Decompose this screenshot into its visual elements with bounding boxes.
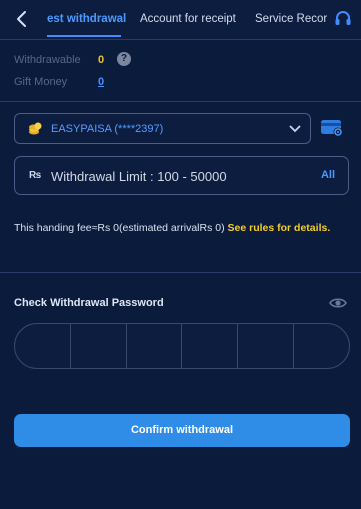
password-input[interactable] <box>14 323 350 369</box>
tab-withdrawal[interactable]: est withdrawal <box>47 13 126 25</box>
bank-card-settings-icon[interactable] <box>320 118 344 138</box>
top-bar: est withdrawal Account for receipt Servi… <box>0 0 361 40</box>
password-digit[interactable] <box>15 324 71 368</box>
tab-account-for-receipt[interactable]: Account for receipt <box>140 13 236 25</box>
fee-text: This handing fee≈Rs 0(estimated arrivalR… <box>14 222 228 234</box>
amount-input[interactable] <box>51 168 291 185</box>
all-button[interactable]: All <box>321 169 335 181</box>
gift-money-label: Gift Money <box>14 76 68 88</box>
password-digit[interactable] <box>182 324 239 368</box>
tab-service-record[interactable]: Service Recor <box>255 13 327 25</box>
chevron-left-icon[interactable] <box>14 10 30 28</box>
withdrawal-amount-field: ₨ All <box>14 156 349 195</box>
password-digit[interactable] <box>294 324 349 368</box>
active-tab-indicator <box>47 35 121 37</box>
password-label: Check Withdrawal Password <box>14 297 164 309</box>
password-digit[interactable] <box>238 324 295 368</box>
gift-money-value[interactable]: 0 <box>98 76 104 88</box>
fee-suffix: . <box>327 222 331 234</box>
password-digit[interactable] <box>71 324 127 368</box>
confirm-withdrawal-button[interactable]: Confirm withdrawal <box>14 414 350 447</box>
divider <box>0 272 361 273</box>
withdrawable-label: Withdrawable <box>14 54 81 66</box>
help-icon[interactable]: ? <box>117 52 131 66</box>
account-select[interactable]: EASYPAISA (****2397) <box>14 113 311 144</box>
withdrawal-page: est withdrawal Account for receipt Servi… <box>0 0 361 509</box>
withdrawable-value: 0 <box>98 54 105 66</box>
selected-account: EASYPAISA (****2397) <box>51 123 164 135</box>
see-rules-link[interactable]: See rules for details <box>228 222 328 234</box>
fee-notice: This handing fee≈Rs 0(estimated arrivalR… <box>14 221 344 236</box>
rupee-icon: ₨ <box>29 170 42 181</box>
headset-icon[interactable] <box>334 10 352 28</box>
password-digit[interactable] <box>127 324 183 368</box>
eye-icon[interactable] <box>329 296 347 310</box>
divider <box>0 101 361 102</box>
coin-icon <box>29 122 42 135</box>
chevron-down-icon <box>289 125 301 133</box>
